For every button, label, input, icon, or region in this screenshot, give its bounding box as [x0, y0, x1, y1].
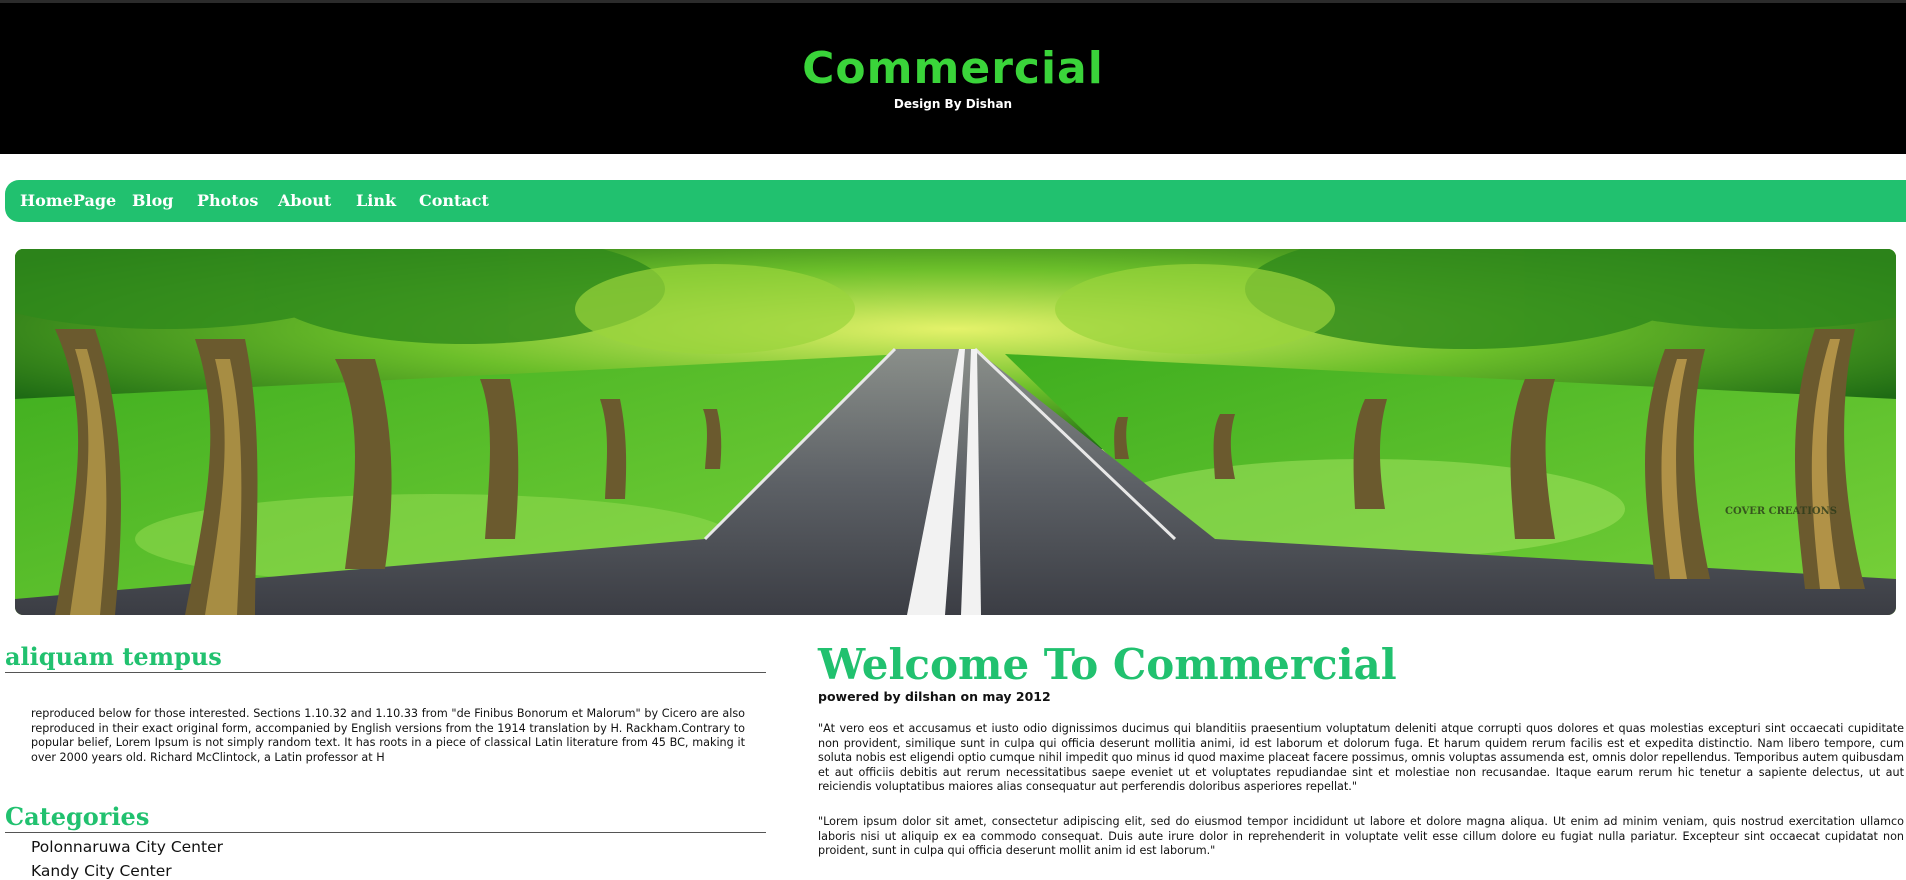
nav-item-link[interactable]: Link [356, 180, 396, 222]
banner-watermark: COVER CREATIONS [1725, 506, 1837, 517]
banner-image: COVER CREATIONS [15, 249, 1896, 615]
banner-road-illustration: COVER CREATIONS [15, 249, 1896, 615]
nav-item-blog[interactable]: Blog [132, 180, 173, 222]
main-nav: HomePage Blog Photos About Link Contact [5, 180, 1906, 222]
nav-item-homepage[interactable]: HomePage [20, 180, 116, 222]
sidebar-section-text: reproduced below for those interested. S… [31, 707, 745, 764]
site-subtitle: Design By Dishan [893, 97, 1013, 111]
categories-title: Categories [5, 802, 150, 831]
post-byline: powered by dilshan on may 2012 [818, 689, 1051, 704]
site-title: Commercial [802, 43, 1104, 94]
site-header: Commercial Design By Dishan [0, 3, 1906, 154]
category-item[interactable]: Kandy City Center [31, 862, 172, 880]
nav-item-contact[interactable]: Contact [419, 180, 489, 222]
sidebar-section-title: aliquam tempus [5, 642, 222, 671]
main-paragraph: "At vero eos et accusamus et iusto odio … [818, 722, 1904, 794]
category-item[interactable]: Polonnaruwa City Center [31, 838, 223, 856]
main-paragraph: "Lorem ipsum dolor sit amet, consectetur… [818, 815, 1904, 858]
nav-item-about[interactable]: About [278, 180, 331, 222]
main-title: Welcome To Commercial [818, 640, 1397, 689]
nav-item-photos[interactable]: Photos [197, 180, 258, 222]
section-divider [5, 672, 766, 673]
categories-divider [5, 832, 766, 833]
